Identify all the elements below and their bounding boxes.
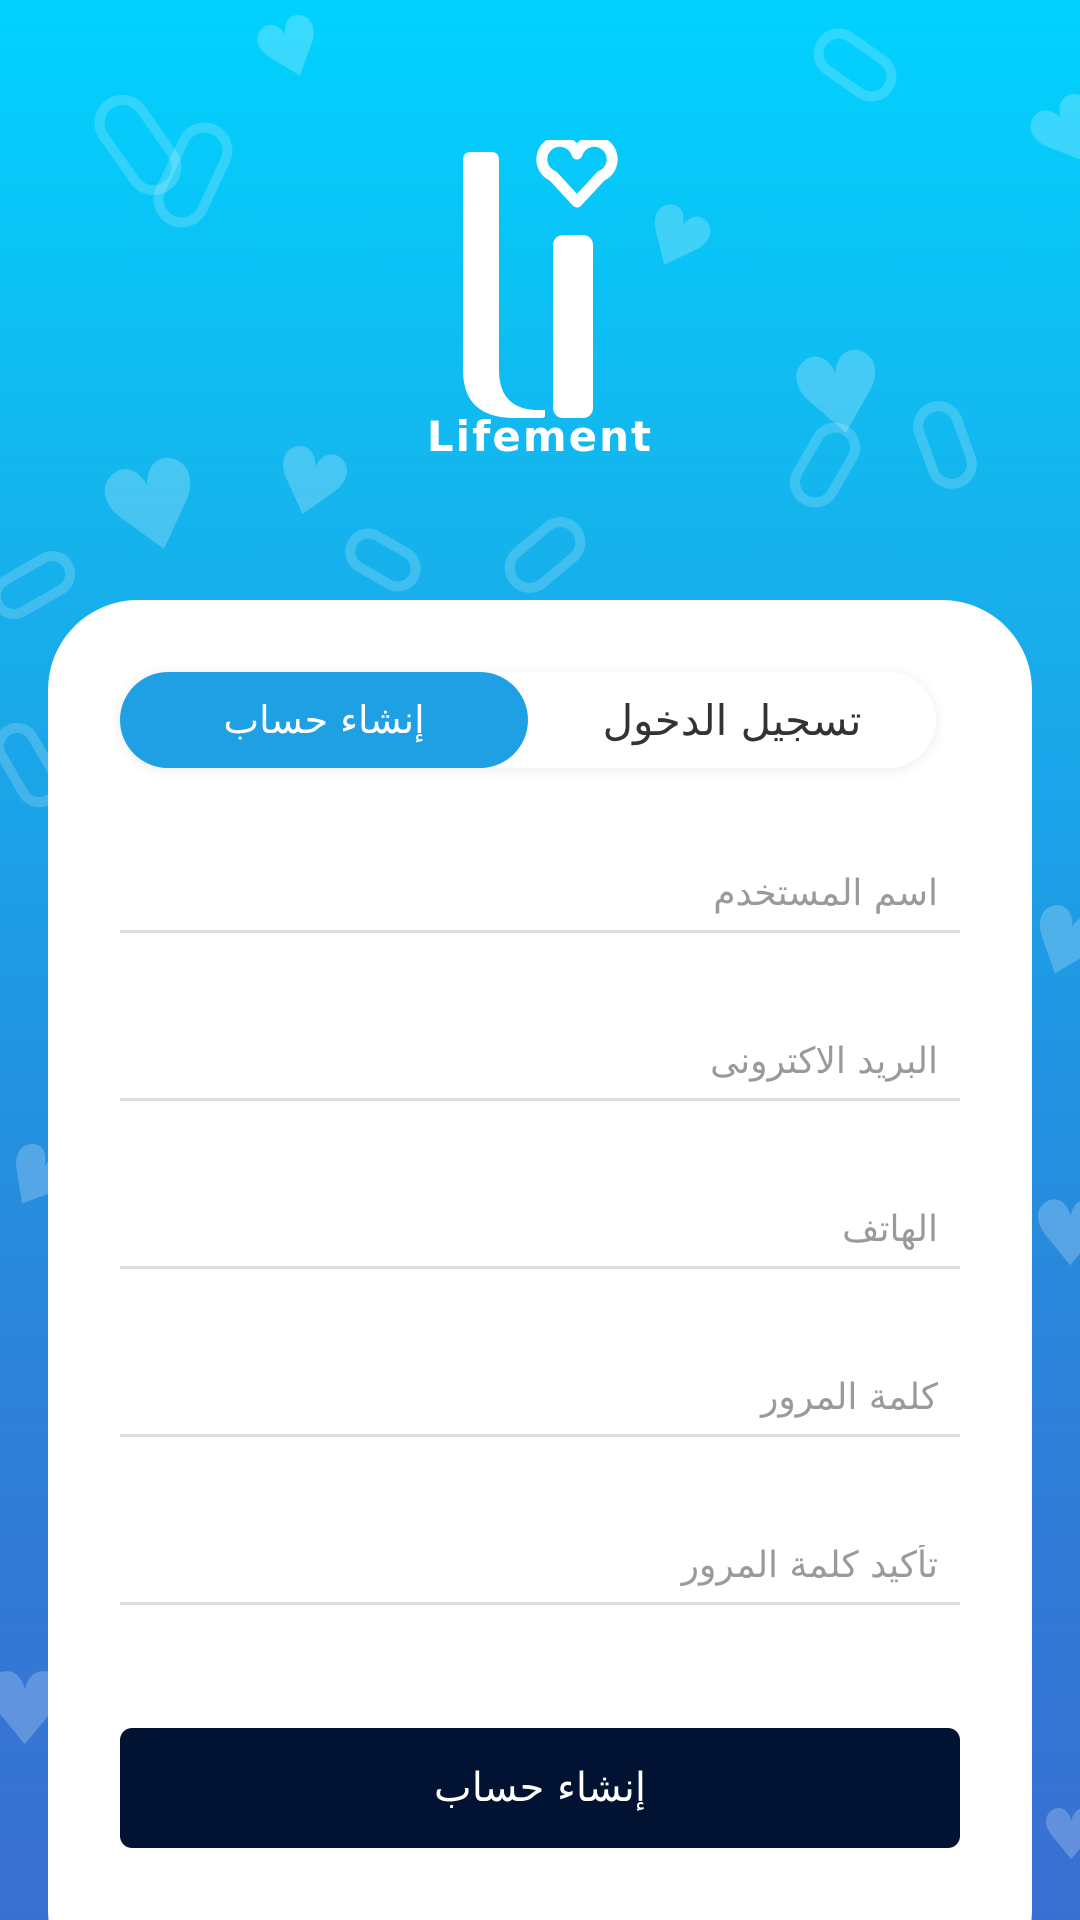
heart-icon: ♥	[1030, 1182, 1080, 1287]
username-input[interactable]	[120, 862, 962, 924]
confirm-password-field	[120, 1522, 962, 1605]
pill-icon	[494, 506, 596, 604]
auth-mode-toggle: تسجيل الدخول إنشاء حساب	[120, 672, 936, 768]
lifement-heart-logo-icon	[463, 140, 618, 418]
tab-login[interactable]: تسجيل الدخول	[528, 672, 936, 768]
app-name: Lifement	[426, 412, 654, 461]
heart-icon: ♥	[241, 0, 341, 106]
password-input[interactable]	[120, 1366, 962, 1428]
phone-field	[120, 1186, 962, 1269]
pill-icon	[0, 542, 84, 628]
create-account-button[interactable]: إنشاء حساب	[120, 1728, 960, 1848]
pill-icon	[336, 520, 430, 600]
pill-icon	[803, 18, 907, 112]
tab-create-account[interactable]: إنشاء حساب	[120, 672, 528, 768]
heart-icon: ♥	[1040, 1794, 1080, 1876]
phone-input[interactable]	[120, 1198, 962, 1260]
password-field	[120, 1354, 962, 1437]
signup-card: تسجيل الدخول إنشاء حساب إنشاء حساب	[48, 600, 1032, 1920]
email-field	[120, 1018, 962, 1101]
signup-screen: ♥ ♥ ♥ ♥ ♥ ♥ ♥ ♥ ♥ ♥ ♥ Lifement تسجيل الد…	[0, 0, 1080, 1920]
username-field	[120, 850, 962, 933]
confirm-password-input[interactable]	[120, 1534, 962, 1596]
app-logo: Lifement	[0, 140, 1080, 480]
email-input[interactable]	[120, 1030, 962, 1092]
